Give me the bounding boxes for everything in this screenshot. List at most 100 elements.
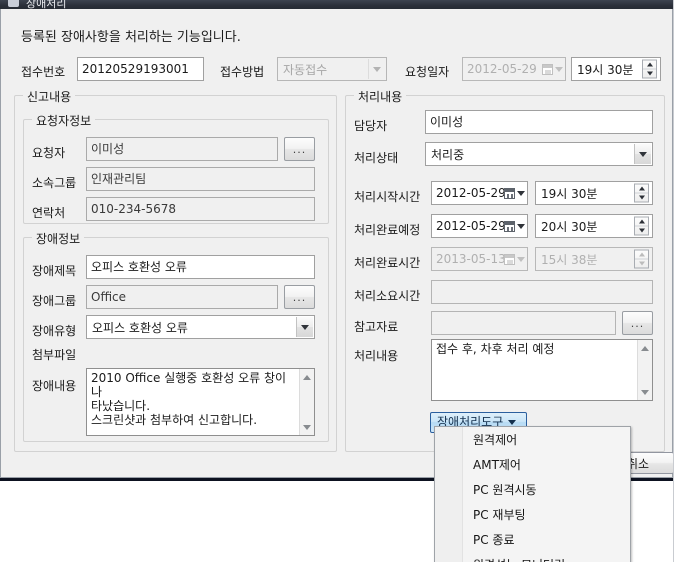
finish-time-value: 15시 38분 xyxy=(541,252,598,267)
reference-browse-button[interactable]: ... xyxy=(622,311,653,335)
fault-type-value: 오피스 호환성 오류 xyxy=(92,320,188,335)
menu-item-label: 원격제어 xyxy=(473,433,518,447)
date-picker-controls[interactable] xyxy=(504,215,525,237)
dept-input[interactable]: 인재관리팀 xyxy=(86,167,315,191)
owner-label: 담당자 xyxy=(354,119,388,133)
menu-item-label: 원격성능 모니터링 xyxy=(473,556,565,562)
fault-process-dialog: 등록된 장애사항을 처리하는 기능입니다. 접수번호 2012052919300… xyxy=(0,9,674,478)
chevron-down-icon[interactable] xyxy=(368,59,385,79)
dialog-body: 등록된 장애사항을 처리하는 기능입니다. 접수번호 2012052919300… xyxy=(1,9,674,477)
spinner-down-icon[interactable] xyxy=(635,192,648,202)
start-time-spinner[interactable]: 19시 30분 xyxy=(535,181,653,205)
spinner-buttons[interactable] xyxy=(634,183,649,203)
receipt-method-value: 자동접수 xyxy=(283,62,328,77)
fault-content-label: 장애내용 xyxy=(32,379,77,393)
fault-content-textarea[interactable]: 2010 Office 실행중 호환성 오류 창이 나 타났습니다. 스크린샷과… xyxy=(86,368,315,436)
chevron-down-icon[interactable] xyxy=(296,317,313,337)
finish-time-spinner[interactable]: 15시 38분 xyxy=(535,247,653,271)
requester-browse-button[interactable]: ... xyxy=(284,137,315,161)
app-icon xyxy=(8,0,19,7)
menu-item-remote-control[interactable]: 원격제어 xyxy=(435,427,630,452)
fault-title-label: 장애제목 xyxy=(32,264,77,278)
fault-type-combo[interactable]: 오피스 호환성 오류 xyxy=(86,315,315,339)
expected-date-picker[interactable]: 2012-05-29 xyxy=(431,214,528,238)
start-time-label: 처리시작시간 xyxy=(354,190,421,204)
spinner-down-icon[interactable] xyxy=(635,258,648,268)
date-picker-controls[interactable] xyxy=(504,248,525,270)
date-picker-controls[interactable] xyxy=(542,58,563,80)
process-content-textarea[interactable]: 접수 후, 차후 처리 예정 xyxy=(431,339,653,401)
request-date-picker[interactable]: 2012-05-29 xyxy=(462,57,566,81)
chevron-down-icon[interactable] xyxy=(517,190,525,196)
start-date-value: 2012-05-29 xyxy=(436,186,506,200)
dialog-description: 등록된 장애사항을 처리하는 기능입니다. xyxy=(21,30,241,45)
menu-item-pc-shutdown[interactable]: PC 종료 xyxy=(435,527,630,552)
calendar-icon xyxy=(504,220,515,232)
date-picker-controls[interactable] xyxy=(504,182,525,204)
fault-content-scrollbar[interactable] xyxy=(299,369,314,435)
owner-input[interactable]: 이미성 xyxy=(425,110,653,134)
spinner-buttons[interactable] xyxy=(634,249,649,269)
contact-label: 연락처 xyxy=(32,206,66,220)
scroll-down-icon[interactable] xyxy=(300,420,314,434)
reference-input[interactable] xyxy=(431,311,616,335)
chevron-down-icon[interactable] xyxy=(517,223,525,229)
process-group-title: 처리내용 xyxy=(354,88,407,105)
scroll-down-icon[interactable] xyxy=(638,385,652,399)
finish-date-picker[interactable]: 2013-05-13 xyxy=(431,247,528,271)
window-titlebar[interactable]: 장애처리 xyxy=(0,0,677,9)
spinner-down-icon[interactable] xyxy=(635,225,648,235)
process-content-scrollbar[interactable] xyxy=(637,340,652,400)
contact-input[interactable]: 010-234-5678 xyxy=(86,197,315,221)
expected-time-spinner[interactable]: 20시 30분 xyxy=(535,214,653,238)
fault-content-text: 2010 Office 실행중 호환성 오류 창이 나 타났습니다. 스크린샷과… xyxy=(91,371,287,427)
requester-input[interactable]: 이미성 xyxy=(86,137,278,161)
fault-type-label: 장애유형 xyxy=(32,324,77,338)
menu-item-amt-control[interactable]: AMT제어 xyxy=(435,452,630,477)
process-content-text: 접수 후, 차후 처리 예정 xyxy=(436,342,555,356)
menu-item-pc-remote-boot[interactable]: PC 원격시동 xyxy=(435,477,630,502)
spinner-buttons[interactable] xyxy=(642,59,657,79)
receipt-method-combo[interactable]: 자동접수 xyxy=(277,57,387,81)
start-date-picker[interactable]: 2012-05-29 xyxy=(431,181,528,205)
scroll-up-icon[interactable] xyxy=(300,370,314,384)
menu-item-label: AMT제어 xyxy=(473,458,521,472)
chevron-down-icon[interactable] xyxy=(555,66,563,72)
start-time-value: 19시 30분 xyxy=(541,186,598,201)
request-time-spinner[interactable]: 19시 30분 xyxy=(571,57,661,81)
request-date-value: 2012-05-29 xyxy=(467,62,537,76)
scroll-up-icon[interactable] xyxy=(638,341,652,355)
process-content-label: 처리내용 xyxy=(354,349,399,363)
window-title: 장애처리 xyxy=(26,0,67,9)
spinner-up-icon[interactable] xyxy=(635,218,648,226)
chevron-down-icon[interactable] xyxy=(517,256,525,262)
receipt-no-input[interactable]: 20120529193001 xyxy=(77,57,204,81)
menu-item-remote-performance-monitoring[interactable]: 원격성능 모니터링 xyxy=(435,552,630,562)
finish-date-value: 2013-05-13 xyxy=(436,252,506,266)
fault-group-input[interactable]: Office xyxy=(86,285,278,309)
desktop-right xyxy=(673,0,677,562)
expected-time-value: 20시 30분 xyxy=(541,219,598,234)
fault-title-input[interactable]: 오피스 호환성 오류 xyxy=(86,255,315,279)
chevron-down-icon[interactable] xyxy=(508,420,517,425)
status-combo[interactable]: 처리중 xyxy=(425,142,653,166)
spinner-up-icon[interactable] xyxy=(635,185,648,193)
spinner-up-icon[interactable] xyxy=(643,61,656,69)
fault-tool-menu[interactable]: 원격제어 AMT제어 PC 원격시동 PC 재부팅 PC 종료 원격성능 모니터… xyxy=(434,426,631,562)
menu-item-pc-reboot[interactable]: PC 재부팅 xyxy=(435,502,630,527)
chevron-down-icon[interactable] xyxy=(634,144,651,164)
spinner-up-icon[interactable] xyxy=(635,251,648,259)
calendar-icon xyxy=(504,187,515,199)
expected-time-label: 처리완료예정 xyxy=(354,223,421,237)
calendar-icon xyxy=(504,253,515,265)
spinner-buttons[interactable] xyxy=(634,216,649,236)
menu-item-label: PC 재부팅 xyxy=(473,508,526,522)
menu-item-label: PC 종료 xyxy=(473,533,515,547)
elapsed-time-input[interactable] xyxy=(431,280,653,304)
requester-label: 요청자 xyxy=(32,146,66,160)
fault-group-browse-button[interactable]: ... xyxy=(284,285,315,309)
reference-label: 참고자료 xyxy=(354,320,399,334)
spinner-down-icon[interactable] xyxy=(643,68,656,78)
status-label: 처리상태 xyxy=(354,151,399,165)
expected-date-value: 2012-05-29 xyxy=(436,219,506,233)
